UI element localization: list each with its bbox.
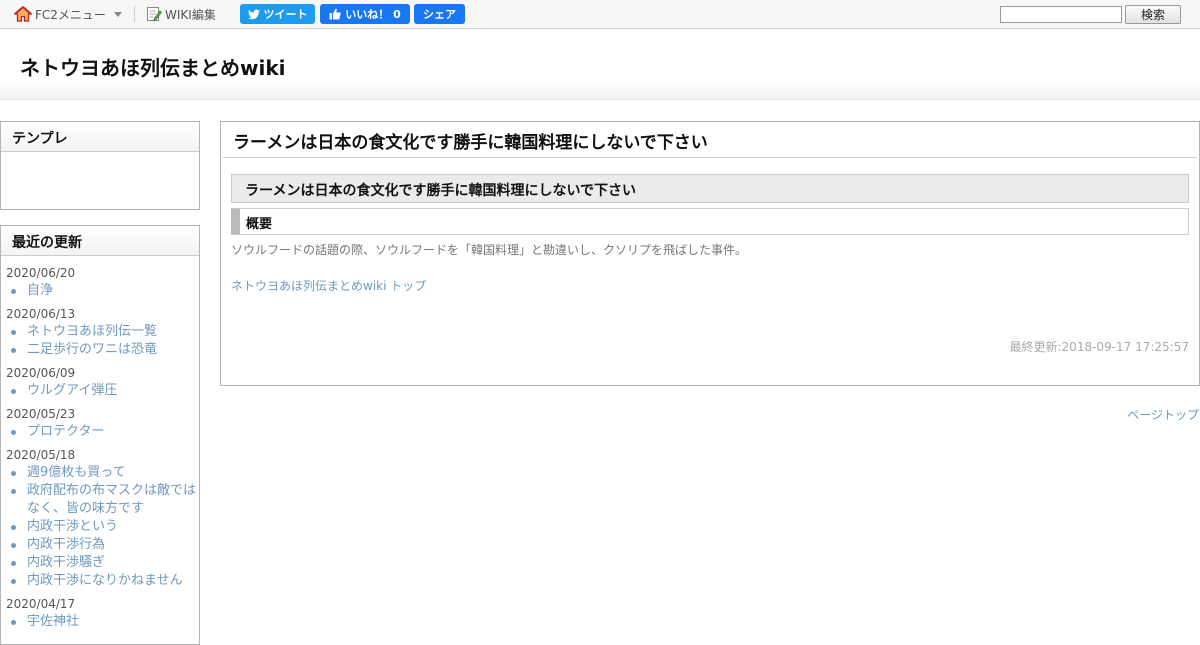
share-label: シェア <box>423 8 456 21</box>
home-icon <box>13 6 33 22</box>
main-content: ラーメンは日本の食文化です勝手に韓国料理にしないで下さい ラーメンは日本の食文化… <box>220 121 1200 386</box>
update-link[interactable]: 内政干渉騒ぎ <box>6 554 199 572</box>
update-group-list: 週9億枚も買って 政府配布の布マスクは敵ではなく、皆の味方です 内政干渉という 内政干… <box>6 464 199 590</box>
wiki-top-link[interactable]: ネトウヨあほ列伝まとめwiki トップ <box>231 277 426 294</box>
update-group-list: 宇佐神社 <box>6 613 199 631</box>
facebook-like-button[interactable]: いいね！ 0 <box>320 4 410 24</box>
page-top-link[interactable]: ページトップ <box>1127 406 1199 423</box>
update-date: 2020/05/23 <box>6 407 76 421</box>
last-updated: 最終更新:2018-09-17 17:25:57 <box>1009 340 1190 354</box>
wiki-edit-label: WIKI編集 <box>165 7 216 22</box>
search-button[interactable]: 検索 <box>1125 5 1181 24</box>
update-group-list: ウルグアイ弾圧 <box>6 382 199 400</box>
update-group-list: 自浄 <box>6 282 199 300</box>
fc2-menu-label: FC2メニュー <box>35 7 106 22</box>
sidebar-recent-title: 最近の更新 <box>1 226 199 256</box>
update-date: 2020/06/13 <box>6 307 76 321</box>
update-date: 2020/06/20 <box>6 266 76 280</box>
section-heading: 概要 <box>231 208 1189 235</box>
update-link[interactable]: 二足歩行のワニは恐竜 <box>6 341 199 359</box>
thumbs-up-icon <box>329 8 341 20</box>
site-title[interactable]: ネトウヨあほ列伝まとめwiki <box>20 52 286 81</box>
tweet-button[interactable]: ツイート <box>240 4 315 24</box>
sidebar-recent-updates: 最近の更新 2020/06/20 自浄 2020/06/13 ネトウヨあほ列伝一覧 二足… <box>0 225 200 645</box>
summary-text: ソウルフードの話題の際、ソウルフードを「韓国料理」と勘違いし、クソリプを飛ばした… <box>231 243 748 257</box>
facebook-share-button[interactable]: シェア <box>414 4 465 24</box>
sidebar-template-title: テンプレ <box>1 122 199 152</box>
update-date: 2020/06/09 <box>6 366 76 380</box>
search-input[interactable] <box>1000 6 1122 23</box>
wiki-edit-link[interactable]: WIKI編集 <box>146 5 216 23</box>
update-link[interactable]: 政府配布の布マスクは敵ではなく、皆の味方です <box>6 482 199 518</box>
update-link[interactable]: 週9億枚も買って <box>6 464 199 482</box>
like-label: いいね！ 0 <box>345 8 401 21</box>
update-link[interactable]: 内政干渉行為 <box>6 536 199 554</box>
site-header: ネトウヨあほ列伝まとめwiki <box>0 30 1200 100</box>
update-date: 2020/04/17 <box>6 597 76 611</box>
chevron-down-icon <box>113 11 122 17</box>
update-group-list: プロテクター <box>6 423 199 441</box>
update-link[interactable]: 自浄 <box>6 282 199 300</box>
update-link[interactable]: プロテクター <box>6 423 199 441</box>
update-group-list: ネトウヨあほ列伝一覧 二足歩行のワニは恐竜 <box>6 323 199 359</box>
update-link[interactable]: 宇佐神社 <box>6 613 199 631</box>
article-heading: ラーメンは日本の食文化です勝手に韓国料理にしないで下さい <box>231 174 1189 203</box>
edit-icon <box>146 6 163 22</box>
fc2-menu[interactable]: FC2メニュー <box>13 5 122 23</box>
update-link[interactable]: ウルグアイ弾圧 <box>6 382 199 400</box>
update-link[interactable]: 内政干渉になりかねません <box>6 572 199 590</box>
twitter-bird-icon <box>247 9 260 20</box>
update-link[interactable]: ネトウヨあほ列伝一覧 <box>6 323 199 341</box>
update-date: 2020/05/18 <box>6 448 76 462</box>
toolbar-divider <box>134 6 135 22</box>
tweet-label: ツイート <box>263 8 308 21</box>
sidebar-template-box: テンプレ <box>0 121 200 210</box>
recent-updates-list: 2020/06/20 自浄 2020/06/13 ネトウヨあほ列伝一覧 二足歩行のワニは… <box>1 256 199 631</box>
update-link[interactable]: 内政干渉という <box>6 518 199 536</box>
page-title: ラーメンは日本の食文化です勝手に韓国料理にしないで下さい <box>223 122 1197 158</box>
top-toolbar: FC2メニュー WIKI編集 ツイート いいね！ 0 シェア 検索 <box>0 0 1200 29</box>
